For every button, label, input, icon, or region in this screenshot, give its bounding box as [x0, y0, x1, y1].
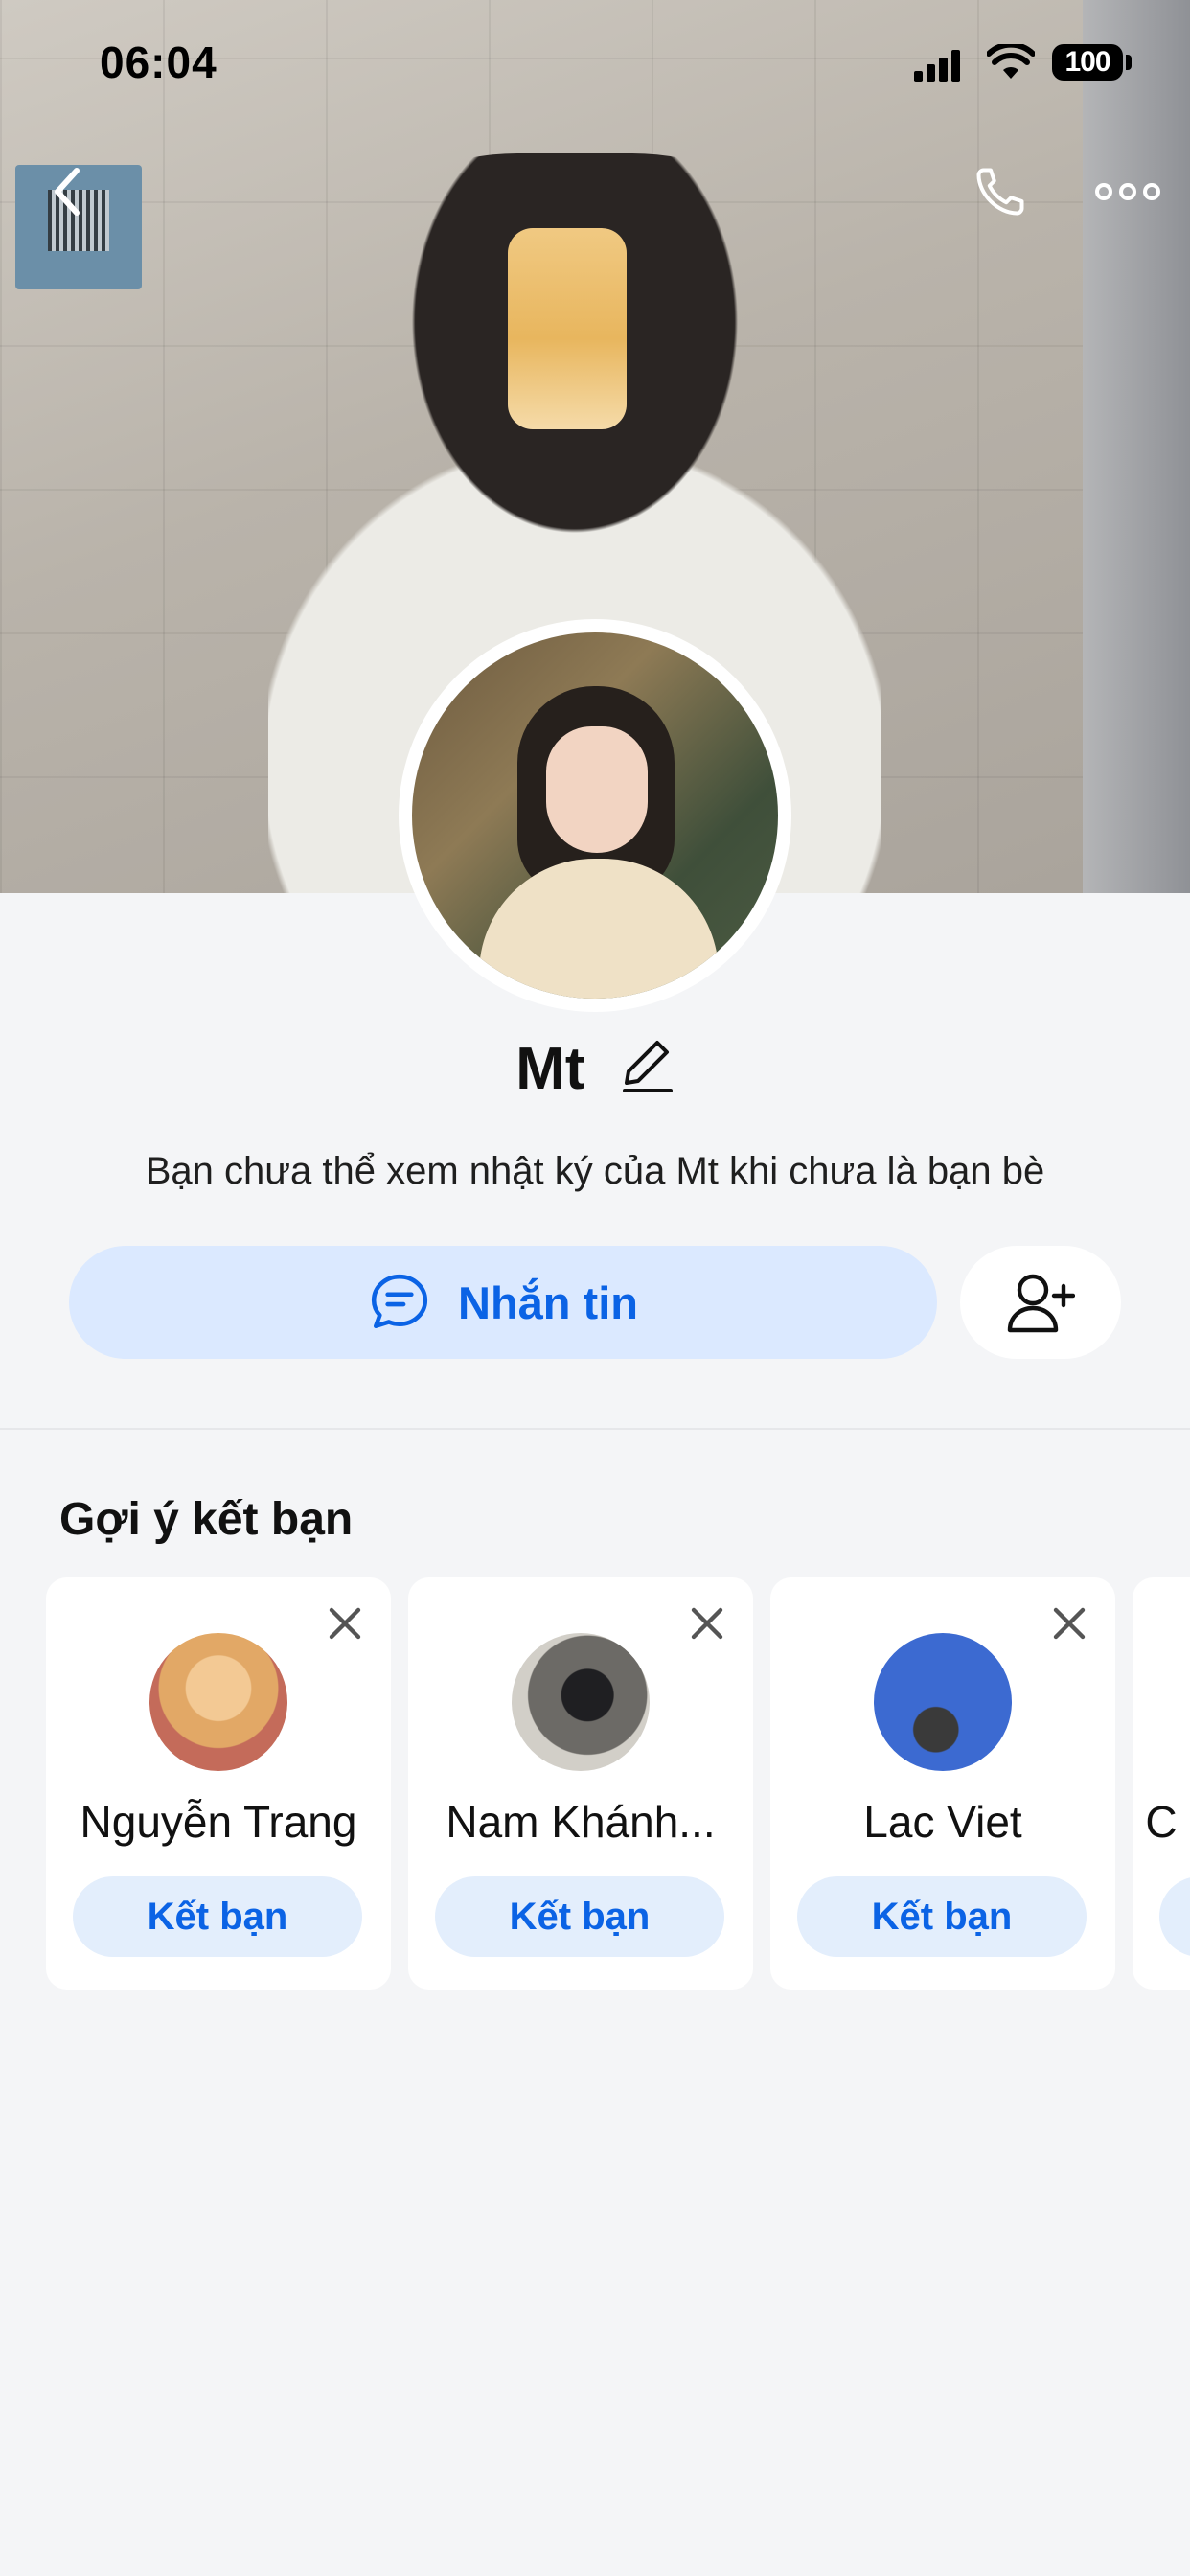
- status-time: 06:04: [100, 37, 217, 87]
- add-user-icon: [1007, 1274, 1075, 1333]
- add-friend-button[interactable]: [960, 1246, 1121, 1359]
- edit-name-button[interactable]: [621, 1037, 675, 1109]
- chat-bubble-icon: [371, 1274, 428, 1329]
- suggestion-card[interactable]: Nam Khánh... Kết bạn: [408, 1577, 753, 1990]
- message-button-label: Nhắn tin: [458, 1276, 638, 1328]
- add-friend-suggestion-button[interactable]: Kết bạn: [73, 1876, 362, 1957]
- privacy-notice: Bạn chưa thể xem nhật ký của Mt khi chưa…: [145, 1150, 1045, 1192]
- suggestion-avatar[interactable]: [512, 1633, 650, 1771]
- section-divider: [0, 1428, 1190, 1430]
- suggestion-avatar[interactable]: [874, 1633, 1012, 1771]
- close-icon[interactable]: [688, 1604, 726, 1643]
- more-button[interactable]: [1087, 153, 1169, 230]
- suggestions-carousel[interactable]: Nguyễn Trang Kết bạn Nam Khánh... Kết bạ…: [0, 1577, 1190, 1990]
- status-bar: 06:04 100: [0, 0, 1190, 125]
- cover-phone: [508, 228, 627, 429]
- suggestion-card[interactable]: Lac Viet Kết bạn: [770, 1577, 1115, 1990]
- suggestion-name: C: [1145, 1797, 1178, 1847]
- close-icon[interactable]: [326, 1604, 364, 1643]
- profile-name-row: Mt: [0, 1035, 1190, 1109]
- suggestion-name: Nam Khánh...: [446, 1797, 716, 1847]
- suggestion-name: Nguyễn Trang: [80, 1797, 357, 1847]
- suggestion-avatar[interactable]: [149, 1633, 287, 1771]
- signal-icon: [914, 50, 960, 82]
- battery-indicator: 100: [1052, 44, 1123, 80]
- profile-avatar[interactable]: [399, 619, 791, 1012]
- pencil-icon: [622, 1041, 673, 1093]
- more-dots-icon: [1095, 183, 1160, 200]
- back-button[interactable]: [29, 153, 105, 230]
- add-friend-suggestion-button[interactable]: Kết bạn: [435, 1876, 724, 1957]
- wifi-icon: [987, 44, 1035, 79]
- phone-icon: [976, 168, 1024, 216]
- suggestion-card[interactable]: C: [1133, 1577, 1190, 1990]
- battery-tip: [1126, 55, 1132, 70]
- chevron-left-icon: [55, 168, 80, 216]
- profile-avatar-image: [412, 632, 778, 999]
- close-icon[interactable]: [1050, 1604, 1088, 1643]
- suggestion-card[interactable]: Nguyễn Trang Kết bạn: [46, 1577, 391, 1990]
- call-button[interactable]: [962, 153, 1039, 230]
- message-button[interactable]: Nhắn tin: [69, 1246, 937, 1359]
- add-friend-suggestion-button[interactable]: [1159, 1876, 1190, 1957]
- profile-name: Mt: [515, 1036, 585, 1102]
- add-friend-suggestion-button[interactable]: Kết bạn: [797, 1876, 1087, 1957]
- suggestions-title: Gợi ý kết bạn: [59, 1494, 354, 1545]
- cover-wall-strip: [1083, 0, 1190, 893]
